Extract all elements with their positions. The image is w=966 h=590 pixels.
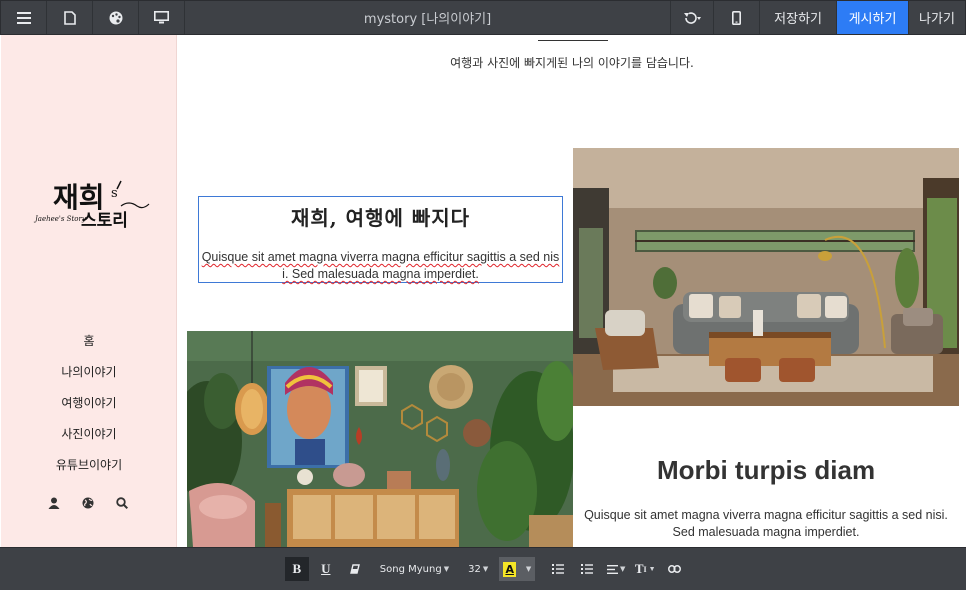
nav-item-youtube-story[interactable]: 유튜브이야기	[1, 449, 177, 480]
underline-button[interactable]: U	[314, 557, 338, 581]
sidebar-nav: 홈 나의이야기 여행이야기 사진이야기 유튜브이야기	[1, 325, 177, 480]
text-size-icon: T	[634, 561, 644, 576]
nav-item-photo-story[interactable]: 사진이야기	[1, 418, 177, 449]
selected-text-block[interactable]: 재희, 여행에 빠지다 Quisque sit amet magna viver…	[198, 196, 563, 283]
menu-icon	[16, 11, 31, 24]
user-icon[interactable]	[46, 495, 62, 511]
chevron-down-icon: ▼	[482, 565, 489, 573]
top-toolbar: mystory [나의이야기] 저장하기 게시하기 나가기	[0, 0, 966, 35]
desktop-view-button[interactable]	[139, 1, 185, 34]
document-icon	[63, 10, 76, 25]
undo-icon	[684, 11, 702, 24]
block1-body[interactable]: Quisque sit amet magna viverra magna eff…	[199, 249, 562, 283]
site-logo[interactable]: 재희 s 스토리 Jaehee's Story	[31, 175, 151, 235]
clear-format-button[interactable]	[343, 557, 367, 581]
menu-button[interactable]	[1, 1, 47, 34]
undo-button[interactable]	[670, 1, 715, 34]
interior-green-wall-image[interactable]	[187, 331, 573, 547]
text-color-picker[interactable]: A ▼	[499, 557, 536, 581]
eraser-icon	[349, 564, 360, 574]
nav-item-home[interactable]: 홈	[1, 325, 177, 356]
pages-button[interactable]	[47, 1, 93, 34]
document-title: mystory [나의이야기]	[363, 12, 492, 27]
text-format-toolbar: B U Song Myung ▼ 32 ▼ A ▼ ▼ T I ▼	[0, 547, 966, 590]
nav-item-travel-story[interactable]: 여행이야기	[1, 387, 177, 418]
text-color-swatch: A	[503, 561, 517, 577]
link-button[interactable]	[662, 557, 686, 581]
text-style-select[interactable]: T I ▼	[633, 557, 657, 581]
block2-heading[interactable]: Morbi turpis diam	[573, 455, 959, 486]
svg-text:Jaehee's Story: Jaehee's Story	[33, 215, 87, 223]
site-tagline[interactable]: 여행과 사진에 빠지게된 나의 이야기를 담습니다.	[178, 54, 966, 71]
bold-button[interactable]: B	[284, 557, 309, 581]
living-room-image[interactable]	[573, 148, 959, 406]
search-icon[interactable]	[114, 495, 130, 511]
monitor-icon	[154, 11, 169, 24]
divider-line	[538, 40, 608, 41]
chevron-down-icon: ▼	[648, 565, 656, 573]
sidebar-icon-row	[46, 495, 130, 511]
block1-heading[interactable]: 재희, 여행에 빠지다	[199, 202, 562, 231]
exit-button[interactable]: 나가기	[909, 1, 965, 34]
align-icon	[607, 564, 618, 574]
theme-button[interactable]	[93, 1, 139, 34]
mobile-icon	[732, 10, 742, 25]
bullet-list-button[interactable]	[546, 557, 570, 581]
chevron-down-icon: ▼	[620, 565, 626, 573]
svg-text:재희: 재희	[53, 181, 105, 214]
chevron-down-icon: ▼	[525, 565, 532, 573]
bullet-list-icon	[552, 564, 565, 574]
numbered-list-button[interactable]	[575, 557, 599, 581]
font-family-value: Song Myung	[379, 563, 442, 575]
globe-icon[interactable]	[80, 495, 96, 511]
font-size-select[interactable]: 32 ▼	[462, 557, 494, 581]
font-size-value: 32	[468, 563, 481, 575]
mobile-view-button[interactable]	[714, 1, 761, 34]
link-icon	[667, 565, 681, 573]
site-sidebar: 재희 s 스토리 Jaehee's Story 홈 나의이야기 여행이야기 사진…	[1, 35, 177, 547]
palette-icon	[109, 11, 122, 24]
block2-body[interactable]: Quisque sit amet magna viverra magna eff…	[583, 507, 949, 541]
page-canvas: 여행과 사진에 빠지게된 나의 이야기를 담습니다. 재희, 여행에 빠지다 Q…	[178, 35, 966, 547]
align-select[interactable]: ▼	[604, 557, 628, 581]
chevron-down-icon: ▼	[443, 565, 450, 573]
svg-text:스토리: 스토리	[81, 211, 128, 231]
nav-item-my-story[interactable]: 나의이야기	[1, 356, 177, 387]
save-button[interactable]: 저장하기	[760, 1, 837, 34]
numbered-list-icon	[581, 564, 594, 574]
font-family-select[interactable]: Song Myung ▼	[372, 557, 457, 581]
publish-button[interactable]: 게시하기	[837, 1, 909, 34]
